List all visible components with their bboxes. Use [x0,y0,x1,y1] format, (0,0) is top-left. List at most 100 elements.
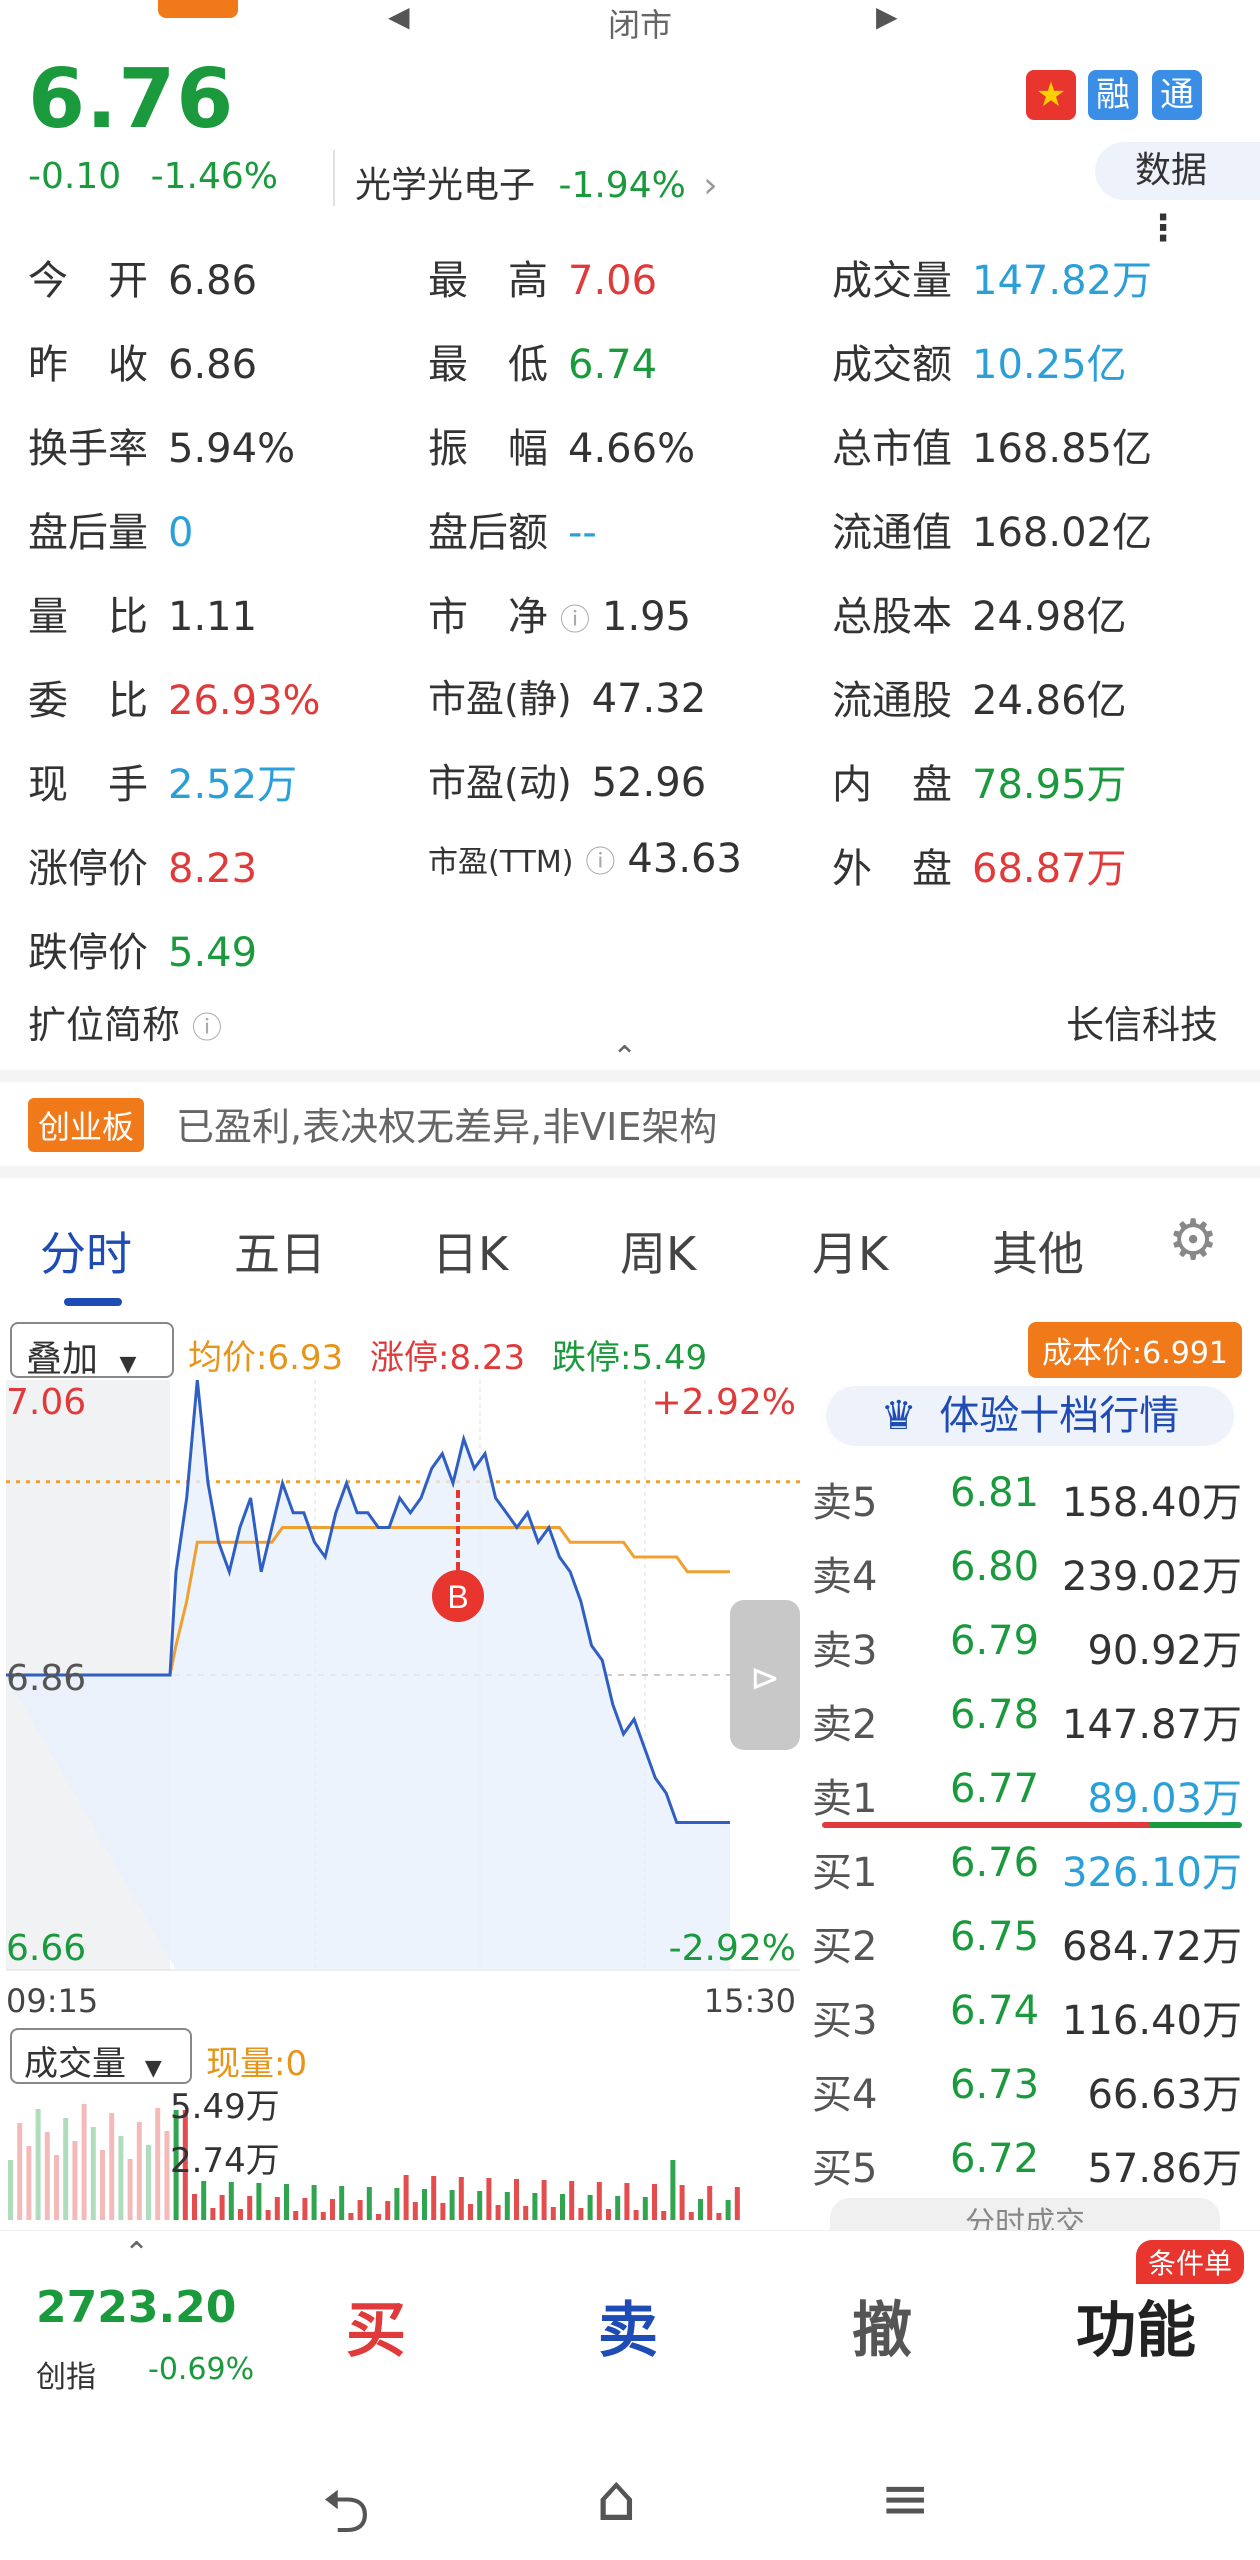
bid-label: 买2 [812,1924,878,1970]
buy-button[interactable]: 买 [346,2282,406,2369]
volume-bar [633,2210,639,2220]
board-description: 已盈利,表决权无差异,非VIE架构 [176,1105,718,1149]
volume-select[interactable]: 成交量 ▼ [10,2028,192,2084]
volume-bar [63,2118,69,2220]
pe-static-label: 市盈(静) [428,677,572,721]
volume-bar [541,2180,547,2220]
total-shares-value: 24.98亿 [972,594,1127,640]
limit-up-indicator: 涨停:8.23 [369,1338,526,1378]
current-volume: 现量:0 [206,2044,308,2084]
cancel-button[interactable]: 撤 [852,2282,912,2369]
ask-row: 卖1 6.77 89.03万 [812,1766,1242,1826]
tab-weekly-k[interactable]: 周K [620,1218,696,1284]
limit-up-value: 8.23 [168,846,258,892]
bid-row: 买3 6.74 116.40万 [812,1988,1242,2048]
board-tag: 创业板 [28,1098,145,1152]
prev-stock-arrow-icon[interactable]: ◀ [388,0,410,33]
volume-bar [146,2145,151,2220]
divider [333,150,335,206]
volume-bar [587,2195,593,2220]
x-tick-start: 09:15 [6,1982,98,2020]
volume-bar [606,2209,611,2220]
margin-badge: 融 [1088,70,1138,120]
volume-bar [26,2146,32,2220]
cost-price-tag[interactable]: 成本价:6.991 [1028,1322,1242,1378]
ask-price: 6.77 [950,1766,1040,1812]
volume-bar [265,2210,271,2220]
next-stock-arrow-icon[interactable]: ▶ [876,0,898,33]
volume-bar [366,2187,372,2220]
volume-bar [35,2109,41,2220]
gear-icon[interactable]: ⚙ [1168,1208,1218,1273]
level10-quote-button[interactable]: ♛ 体验十档行情 [826,1386,1234,1446]
amplitude-value: 4.66% [568,426,696,472]
y-tick-mid: 6.86 [6,1658,86,1699]
float-shares-value: 24.86亿 [972,678,1127,724]
volume-bar [486,2178,492,2220]
bid-ask-ratio-bar [822,1822,1242,1828]
buy-marker-label: B [447,1579,468,1615]
bid-price: 6.76 [950,1840,1040,1886]
volume-bar [339,2186,345,2220]
volume-bar [81,2104,87,2220]
current-hand-label: 现 手 [28,762,148,808]
data-button[interactable]: 数据 ⋮ [1095,142,1260,249]
prev-close-label: 昨 收 [28,342,148,388]
menu-icon[interactable]: ≡ [880,2464,930,2534]
section-divider [0,1070,1260,1082]
index-name: 创指 [36,2360,96,2395]
overlay-select[interactable]: 叠加 ▼ [10,1322,174,1380]
tab-five-day[interactable]: 五日 [234,1218,326,1284]
volume-bar [256,2183,262,2220]
vol-tick-mid: 2.74万 [170,2141,280,2181]
pe-static-value: 47.32 [591,676,707,722]
app-logo-icon [158,0,238,18]
tab-other[interactable]: 其他 [992,1218,1084,1284]
tab-monthly-k[interactable]: 月K [812,1218,888,1284]
tab-daily-k[interactable]: 日K [432,1218,508,1284]
price-change: -0.10 -1.46% [28,156,278,197]
sector-name: 光学光电子 [355,165,536,206]
sector-link[interactable]: 光学光电子 -1.94% › [355,156,718,208]
pe-ttm-label: 市盈(TTM) [428,845,574,880]
help-circle-icon[interactable]: ⓘ [192,1011,222,1046]
bid-label: 买4 [812,2072,878,2118]
volume-bar [376,2214,381,2220]
float-cap-value: 168.02亿 [972,510,1152,556]
change-value: -0.10 [28,156,122,197]
volume-bar [504,2192,510,2220]
tab-intraday[interactable]: 分时 [40,1218,132,1284]
intraday-chart[interactable]: B 7.06 6.86 6.66 +2.92% -2.92% 09:15 15:… [0,1380,800,2230]
current-hand-value: 2.52万 [168,762,298,808]
volume-bar [274,2197,280,2220]
bid-volume: 684.72万 [1062,1924,1242,1970]
index-chevron-up-icon[interactable]: ⌃ [124,2236,149,2271]
volume-bar [532,2193,538,2220]
volume-bar [219,2195,225,2220]
volume-bar [330,2199,335,2220]
back-icon[interactable]: ⮌ [322,2468,370,2560]
home-icon[interactable]: ⌂ [596,2462,637,2536]
volume-bar [100,2150,105,2220]
ask-row: 卖3 6.79 90.92万 [812,1618,1242,1678]
volume-bar [495,2205,501,2220]
ask-price: 6.81 [950,1470,1040,1516]
volume-bar [412,2202,418,2220]
volume-chart [8,2104,740,2220]
volume-bar [155,2108,161,2220]
open-value: 6.86 [168,258,258,304]
y-tick-low: 6.66 [6,1928,86,1969]
volume-bar [624,2183,630,2220]
volume-bar [725,2200,731,2220]
conditional-order-badge[interactable]: 条件单 [1136,2240,1245,2284]
bid-row: 买5 6.72 57.86万 [812,2136,1242,2196]
change-percent: -1.46% [150,156,278,197]
help-circle-icon[interactable]: ⓘ [585,845,615,880]
volume-bar [210,2208,216,2220]
sell-button[interactable]: 卖 [598,2282,658,2369]
help-circle-icon[interactable]: ⓘ [560,603,590,638]
index-value[interactable]: 2723.20 [36,2282,236,2333]
bid-price: 6.73 [950,2062,1040,2108]
high-value: 7.06 [568,258,658,304]
function-button[interactable]: 功能 [1076,2282,1196,2369]
